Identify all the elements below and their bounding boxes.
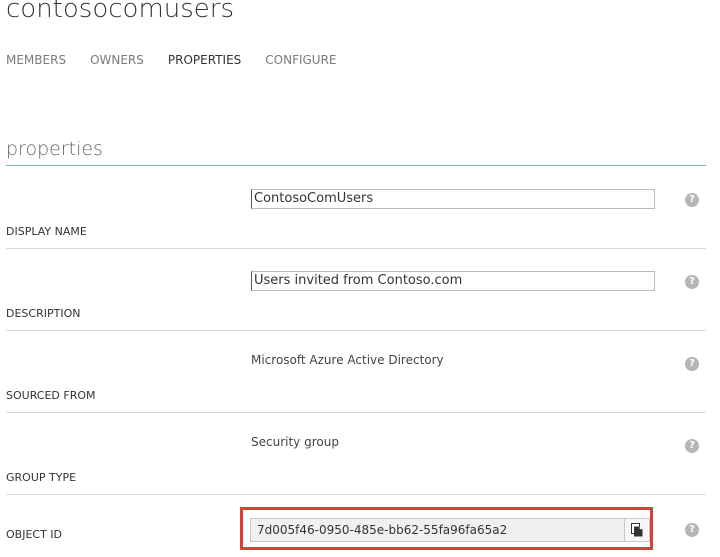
object-id-field[interactable]: 7d005f46-0950-485e-bb62-55fa96fa65a2 <box>250 518 650 542</box>
description-row: Users invited from Contoso.com ? DESCRIP… <box>6 248 706 331</box>
display-name-input[interactable]: ContosoComUsers <box>251 189 655 209</box>
tab-owners[interactable]: OWNERS <box>90 53 144 67</box>
group-type-label: GROUP TYPE <box>6 471 77 484</box>
sourced-from-label: SOURCED FROM <box>6 389 96 402</box>
object-id-label: OBJECT ID <box>6 528 63 541</box>
sourced-from-row: Microsoft Azure Active Directory ? SOURC… <box>6 330 706 413</box>
copy-button[interactable] <box>624 519 649 541</box>
tab-properties[interactable]: PROPERTIES <box>168 53 241 67</box>
question-mark-icon[interactable]: ? <box>685 523 699 537</box>
page-title: contosocomusers <box>6 0 235 24</box>
object-id-value[interactable]: 7d005f46-0950-485e-bb62-55fa96fa65a2 <box>257 523 507 537</box>
question-mark-icon[interactable]: ? <box>685 357 699 371</box>
tab-bar: MEMBERS OWNERS PROPERTIES CONFIGURE <box>6 53 361 67</box>
tab-members[interactable]: MEMBERS <box>6 53 66 67</box>
description-label: DESCRIPTION <box>6 307 81 320</box>
section-header: properties <box>6 138 706 166</box>
question-mark-icon[interactable]: ? <box>685 439 699 453</box>
tab-configure[interactable]: CONFIGURE <box>265 53 336 67</box>
question-mark-icon[interactable]: ? <box>685 275 699 289</box>
copy-icon <box>631 523 643 537</box>
display-name-row: ContosoComUsers ? DISPLAY NAME <box>6 166 706 249</box>
sourced-from-value: Microsoft Azure Active Directory <box>251 353 444 367</box>
section-title: properties <box>6 138 103 160</box>
display-name-label: DISPLAY NAME <box>6 225 87 238</box>
question-mark-icon[interactable]: ? <box>685 193 699 207</box>
group-type-value: Security group <box>251 435 339 449</box>
group-type-row: Security group ? GROUP TYPE <box>6 412 706 495</box>
description-input[interactable]: Users invited from Contoso.com <box>251 271 655 291</box>
page: contosocomusers MEMBERS OWNERS PROPERTIE… <box>0 0 720 557</box>
